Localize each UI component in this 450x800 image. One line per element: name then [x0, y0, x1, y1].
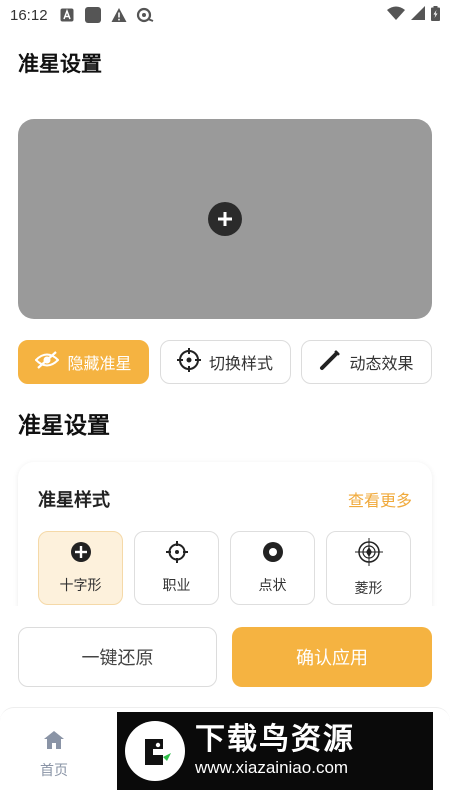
watermark-url: www.xiazainiao.com	[195, 758, 349, 777]
style-option-dot[interactable]: 点状	[230, 531, 315, 605]
crosshair-plus-icon	[208, 202, 242, 236]
status-time: 16:12	[10, 6, 48, 24]
watermark-text: 下载鸟资源 www.xiazainiao.com	[195, 723, 355, 779]
reset-button[interactable]: 一键还原	[18, 627, 217, 687]
warning-icon	[110, 6, 128, 24]
pen-icon	[319, 349, 341, 375]
page-title: 准星设置	[18, 52, 102, 76]
apply-button[interactable]: 确认应用	[232, 627, 432, 687]
signal-icon	[411, 6, 425, 24]
crosshair-preview[interactable]	[18, 119, 432, 319]
style-option-label: 职业	[162, 578, 191, 594]
hide-crosshair-button[interactable]: 隐藏准星	[18, 340, 149, 384]
square-notification-icon	[84, 6, 102, 24]
view-more-link[interactable]: 查看更多	[348, 487, 412, 511]
switch-style-button[interactable]: 切换样式	[159, 340, 291, 384]
bottom-action-bar: 一键还原 确认应用	[0, 606, 450, 706]
style-option-pro[interactable]: 职业	[134, 531, 219, 605]
home-icon	[43, 730, 65, 754]
watermark-banner: 下载鸟资源 www.xiazainiao.com	[117, 712, 433, 790]
quick-actions: 隐藏准星 切换样式 动态效果	[18, 340, 432, 384]
style-option-cross[interactable]: 十字形	[38, 531, 123, 605]
bird-logo-icon	[125, 721, 185, 781]
style-option-diamond[interactable]: 菱形	[326, 531, 411, 605]
card-title: 准星样式	[38, 490, 110, 511]
section-title: 准星设置	[18, 413, 110, 439]
sync-notification-icon	[136, 6, 154, 24]
style-option-label: 十字形	[59, 578, 102, 594]
style-options: 十字形 职业 点状 菱形	[38, 531, 411, 605]
tab-home-label: 首页	[40, 763, 68, 779]
hide-crosshair-label: 隐藏准星	[67, 354, 132, 373]
tab-home[interactable]: 首页	[28, 730, 80, 780]
font-notification-icon	[58, 6, 76, 24]
style-option-label: 点状	[258, 578, 287, 594]
target-icon	[165, 541, 188, 567]
card-header: 准星样式 查看更多	[38, 486, 412, 512]
eye-off-icon	[35, 350, 60, 374]
crosshair-style-card: 准星样式 查看更多 十字形 职业 点状 菱形	[18, 462, 432, 622]
diamond-scope-icon	[354, 538, 383, 570]
watermark-title: 下载鸟资源	[195, 722, 355, 757]
dot-circle-icon	[262, 541, 284, 567]
crosshair-icon	[176, 348, 201, 376]
battery-icon	[431, 5, 440, 25]
plus-circle-icon	[70, 541, 92, 567]
wifi-icon	[387, 6, 405, 24]
style-option-label: 菱形	[354, 581, 383, 597]
switch-style-label: 切换样式	[208, 354, 273, 373]
dynamic-effect-label: 动态效果	[349, 354, 414, 373]
dynamic-effect-button[interactable]: 动态效果	[301, 340, 432, 384]
status-bar: 16:12	[0, 0, 450, 30]
